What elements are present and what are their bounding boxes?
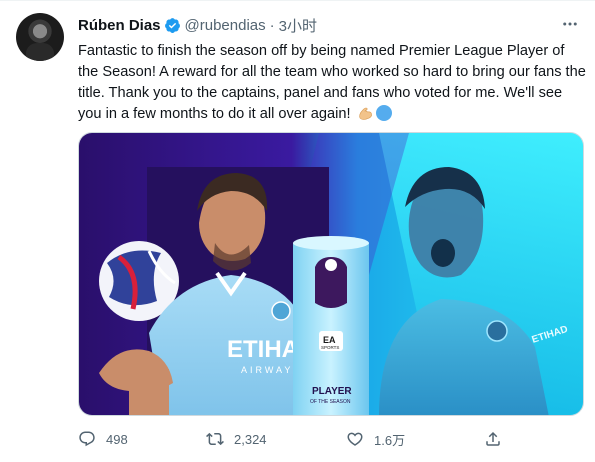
tweet-image[interactable]: ETIHAD AIRWAYS EA SPORTS PLAYER OF THE S… (78, 132, 584, 416)
trophy-sponsor-text: EA (323, 335, 336, 345)
blue-circle-icon (375, 105, 392, 121)
author-handle[interactable]: @rubendias (185, 17, 266, 34)
like-button[interactable]: 1.6万 (346, 427, 405, 451)
tweet[interactable]: Rúben Dias @rubendias · 3小时 Fantastic to… (0, 0, 595, 462)
share-icon (486, 431, 500, 446)
tweet-text: Fantastic to finish the season off by be… (78, 41, 586, 125)
more-options-icon[interactable] (559, 15, 581, 33)
reply-button[interactable]: 498 (78, 427, 128, 451)
retweet-count: 2,324 (234, 431, 267, 447)
tweet-actions: 498 2,324 1.6万 (78, 427, 584, 451)
author-name[interactable]: Rúben Dias (78, 17, 161, 34)
trophy-title: PLAYER (312, 386, 352, 397)
trophy-subtitle: OF THE SEASON (310, 399, 351, 405)
reply-icon (79, 431, 95, 447)
tweet-text-body: Fantastic to finish the season off by be… (78, 43, 586, 122)
retweet-button[interactable]: 2,324 (206, 427, 267, 451)
tweet-emojis (357, 105, 392, 121)
share-button[interactable] (484, 427, 512, 451)
retweet-icon (206, 432, 224, 446)
reply-count: 498 (106, 431, 128, 447)
verified-badge-icon (164, 17, 181, 34)
trophy-sponsor-subtext: SPORTS (321, 345, 339, 350)
avatar[interactable] (16, 13, 64, 61)
flexed-biceps-icon (357, 105, 373, 121)
tweet-timestamp[interactable]: 3小时 (279, 15, 317, 36)
tweet-header: Rúben Dias @rubendias · 3小时 (78, 15, 317, 35)
header-separator: · (269, 16, 275, 34)
like-count: 1.6万 (374, 432, 406, 448)
like-icon (347, 432, 363, 446)
